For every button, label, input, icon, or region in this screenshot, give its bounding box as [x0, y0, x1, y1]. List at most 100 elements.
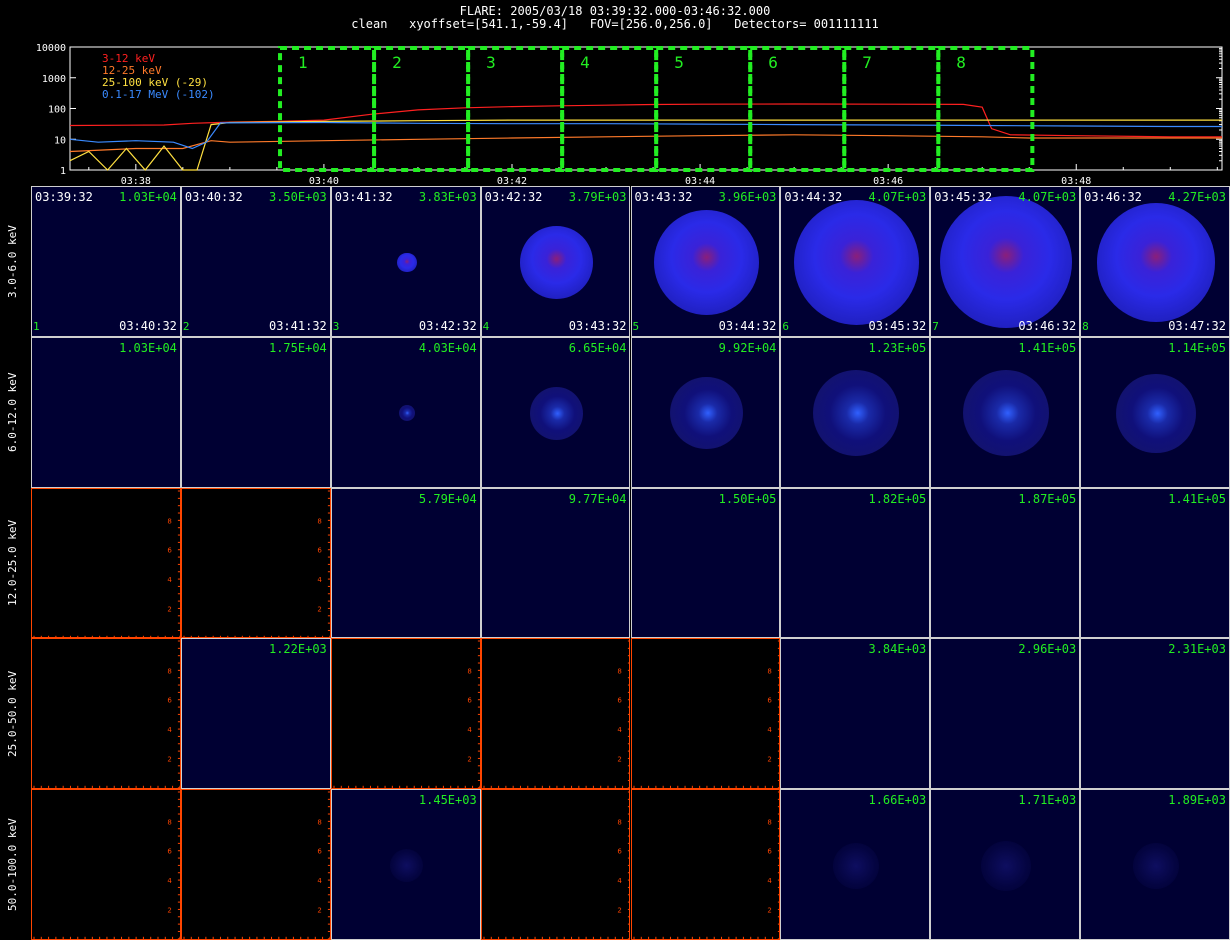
- interval-box: [654, 46, 753, 172]
- axis-tick-label: 2: [167, 907, 171, 915]
- image-max-value: 3.50E+03: [268, 190, 327, 204]
- axis-tick-label: 2: [167, 605, 171, 613]
- interval-box: [372, 46, 471, 172]
- image-max-value: 1.45E+03: [418, 793, 477, 808]
- interval-box: [560, 46, 659, 172]
- interval-label: 3: [486, 53, 496, 72]
- empty-panel-axes: 2 4 6 8: [483, 640, 630, 789]
- image-panel: 6.65E+04: [480, 336, 631, 488]
- interval-end-time: 03:41:32: [268, 318, 327, 333]
- axis-tick-label: 4: [617, 726, 622, 734]
- image-panel: 1.75E+04: [180, 336, 331, 488]
- source-emission-blob: [396, 252, 417, 273]
- image-max-value: 1.87E+05: [1018, 491, 1077, 506]
- interval-label: 2: [392, 53, 402, 72]
- axis-tick-label: 4: [317, 877, 322, 885]
- interval-index: 5: [632, 319, 640, 333]
- image-panel: 4.03E+04: [330, 336, 481, 488]
- image-panel: 1.89E+03: [1080, 789, 1230, 940]
- interval-start-time: 03:44:32: [784, 190, 843, 204]
- axis-tick-label: 4: [617, 877, 622, 885]
- interval-start-time: 03:41:32: [334, 190, 393, 204]
- plot-frame: [69, 46, 1223, 171]
- energy-band-label: 3.0-6.0 keV: [6, 224, 19, 298]
- empty-panel-axes: 2 4 6 8: [33, 490, 180, 638]
- image-max-value: 4.27E+03: [1168, 190, 1226, 204]
- energy-band-label: 12.0-25.0 keV: [6, 519, 19, 606]
- energy-band-label: 50.0-100.0 keV: [6, 818, 19, 911]
- interval-box: [748, 46, 847, 172]
- axis-tick-label: 4: [317, 576, 322, 584]
- image-panel: 1.82E+05: [780, 487, 931, 639]
- interval-end-time: 03:40:32: [119, 318, 177, 333]
- interval-index: 3: [332, 319, 340, 333]
- image-max-value: 1.71E+03: [1018, 793, 1077, 808]
- interval-end-time: 03:46:32: [1018, 318, 1077, 333]
- image-max-value: 2.31E+03: [1168, 642, 1226, 657]
- image-panel: 1.71E+03: [930, 789, 1081, 940]
- image-max-value: 3.79E+03: [568, 190, 627, 204]
- image-max-value: 9.92E+04: [718, 340, 777, 355]
- empty-panel-axes: 2 4 6 8: [633, 640, 780, 789]
- source-emission-blob: [833, 842, 880, 889]
- image-max-value: 1.50E+05: [718, 491, 777, 506]
- image-max-value: 4.03E+04: [418, 340, 477, 355]
- image-max-value: 3.96E+03: [718, 190, 777, 204]
- image-panel: 9.92E+04: [630, 336, 781, 488]
- interval-start-time: 03:43:32: [634, 190, 693, 204]
- flare-figure: FLARE: 2005/03/18 03:39:32.000-03:46:32.…: [0, 0, 1230, 940]
- x-tick-label: 03:44: [685, 176, 715, 185]
- axis-tick-label: 6: [617, 697, 622, 705]
- interval-index: 6: [782, 319, 790, 333]
- axis-tick-label: 8: [767, 668, 771, 676]
- image-panel: 1.41E+05: [930, 336, 1081, 488]
- empty-panel-axes: 2 4 6 8: [483, 791, 630, 939]
- empty-image-panel: 2 4 6 8: [630, 789, 781, 940]
- image-panel: 4.07E+03 03:45:32 03:46:32 7: [930, 186, 1081, 337]
- image-panel: 2.96E+03: [930, 638, 1081, 790]
- image-max-value: 1.14E+05: [1168, 340, 1226, 355]
- interval-index: 8: [1082, 319, 1089, 333]
- interval-end-time: 03:44:32: [718, 318, 777, 333]
- source-emission-blob: [1096, 203, 1216, 322]
- interval-box: [278, 46, 377, 172]
- image-max-value: 5.79E+04: [418, 491, 477, 506]
- axis-tick-label: 6: [467, 697, 472, 705]
- source-emission-blob: [398, 405, 415, 422]
- empty-image-panel: 2 4 6 8: [630, 638, 781, 790]
- y-tick-label: 10: [54, 135, 66, 146]
- source-emission-blob: [530, 386, 583, 440]
- empty-panel-axes: 2 4 6 8: [633, 791, 780, 939]
- image-panel: 4.07E+03 03:44:32 03:45:32 6: [780, 186, 931, 337]
- y-tick-label: 1000: [42, 74, 66, 85]
- legend-entry: 0.1-17 MeV (-102): [102, 88, 215, 101]
- interval-index: 1: [33, 319, 40, 333]
- axis-tick-label: 6: [317, 848, 322, 856]
- interval-start-time: 03:40:32: [184, 190, 243, 204]
- interval-box: [466, 46, 565, 172]
- image-max-value: 1.23E+05: [868, 340, 927, 355]
- empty-image-panel: 2 4 6 8: [31, 487, 181, 639]
- axis-tick-label: 8: [317, 819, 321, 827]
- empty-panel-axes: 2 4 6 8: [33, 640, 180, 789]
- axis-tick-label: 6: [317, 546, 322, 554]
- series-line: [69, 134, 1222, 153]
- image-panel: 1.22E+03: [180, 638, 331, 790]
- image-max-value: 1.41E+05: [1018, 340, 1077, 355]
- image-max-value: 1.22E+03: [268, 642, 327, 657]
- image-panel: 3.83E+03 03:41:32 03:42:32 3: [330, 186, 481, 337]
- image-panel: 4.27E+03 03:46:32 03:47:32 8: [1080, 186, 1230, 337]
- image-panel: 1.45E+03: [330, 789, 481, 940]
- image-max-value: 4.07E+03: [1018, 190, 1077, 204]
- source-emission-blob: [1116, 373, 1196, 453]
- image-max-value: 1.03E+04: [119, 340, 177, 355]
- image-max-value: 1.66E+03: [868, 793, 927, 808]
- image-max-value: 1.41E+05: [1168, 491, 1226, 506]
- source-emission-blob: [813, 370, 900, 457]
- empty-panel-axes: 2 4 6 8: [333, 640, 480, 789]
- interval-index: 7: [932, 319, 939, 333]
- series-line: [69, 119, 1222, 171]
- axis-tick-label: 6: [167, 546, 172, 554]
- interval-label: 4: [580, 53, 590, 72]
- axis-tick-label: 4: [167, 877, 172, 885]
